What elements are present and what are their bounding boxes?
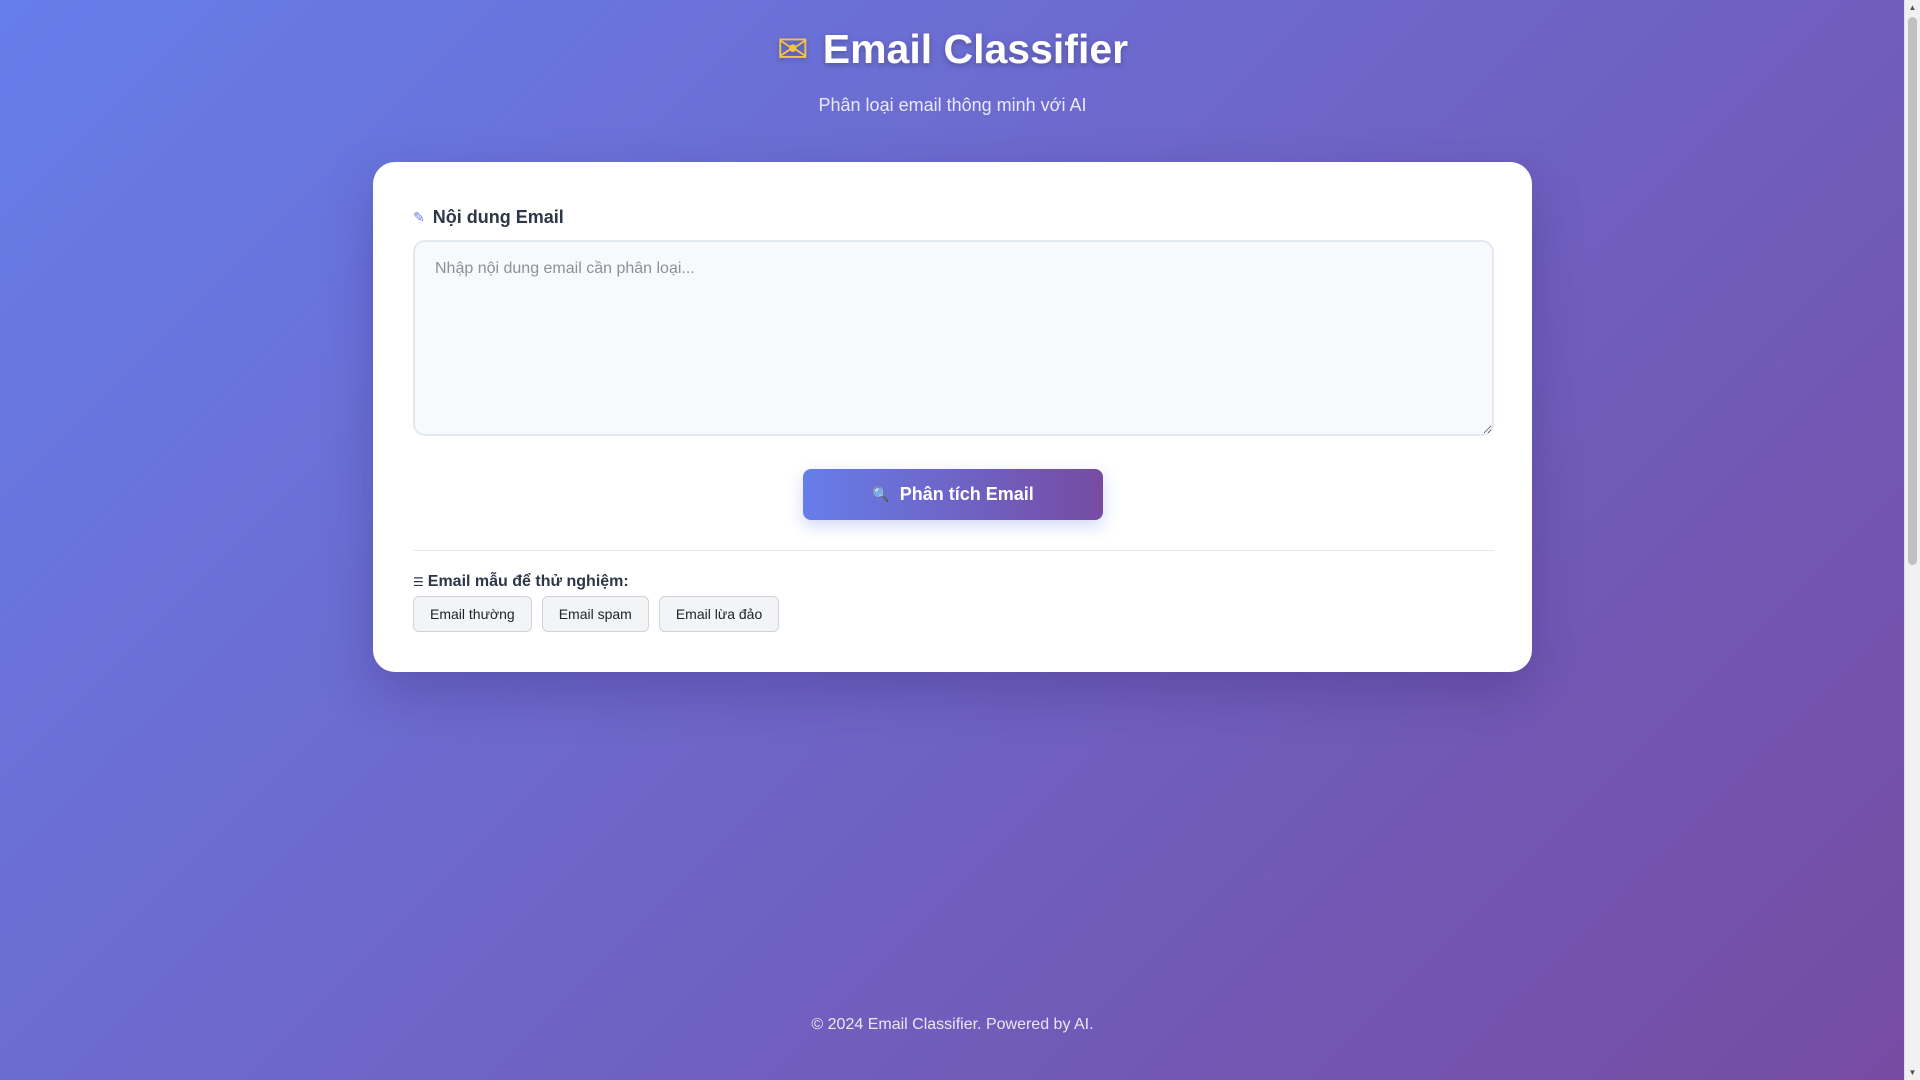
email-content-label-text: Nội dung Email [432,207,564,227]
page-footer: © 2024 Email Classifier. Powered by AI. [811,1016,1094,1033]
app-title-text: Email Classifier [822,26,1129,72]
sample-phishing-email-button[interactable]: Email lừa đảo [658,596,780,632]
app-subtitle: Phân loại email thông minh với AI [818,95,1087,115]
divider [413,550,1494,551]
vertical-scrollbar[interactable]: ▲ ▼ [1904,0,1920,1080]
sample-emails-buttons: Email thường Email spam Email lừa đảo [413,596,780,632]
list-icon: ☰ [413,575,424,589]
analyze-email-button-label: Phân tích Email [899,484,1034,504]
scroll-down-arrow-icon[interactable]: ▼ [1905,1065,1920,1080]
sample-emails-title-text: Email mẫu để thử nghiệm: [427,573,629,590]
search-icon: 🔍 [872,486,890,502]
classifier-card: ✎ Nội dung Email 🔍 Phân tích Email ☰ Ema… [373,162,1532,672]
scroll-up-arrow-icon[interactable]: ▲ [1905,0,1920,15]
envelope-icon: ✉ [776,28,809,71]
page: ✉ Email Classifier Phân loại email thông… [0,0,1905,1080]
sample-emails-title: ☰ Email mẫu để thử nghiệm: [413,573,629,591]
analyze-email-button[interactable]: 🔍 Phân tích Email [803,469,1103,520]
email-content-input[interactable] [413,240,1494,436]
email-content-label: ✎ Nội dung Email [413,207,564,228]
scrollbar-thumb[interactable] [1908,17,1917,565]
edit-icon: ✎ [413,209,425,225]
sample-normal-email-button[interactable]: Email thường [413,596,532,632]
page-header: ✉ Email Classifier Phân loại email thông… [0,26,1905,116]
sample-spam-email-button[interactable]: Email spam [541,596,649,632]
app-title: ✉ Email Classifier [777,26,1128,73]
